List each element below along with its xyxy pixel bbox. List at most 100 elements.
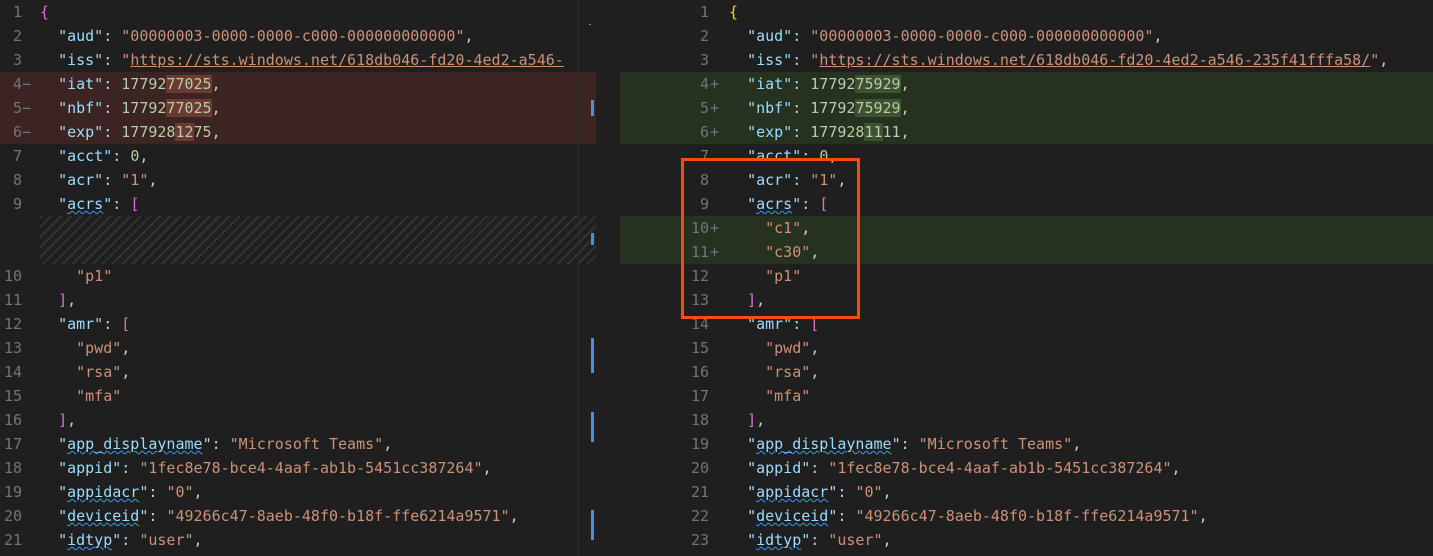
- code-line[interactable]: 20 "appid": "1fec8e78-bce4-4aaf-ab1b-545…: [620, 456, 1433, 480]
- code-text: "iat": 1779277025,: [40, 72, 221, 96]
- code-token: "rsa": [76, 363, 122, 381]
- code-text: "appid": "1fec8e78-bce4-4aaf-ab1b-5451cc…: [40, 456, 491, 480]
- code-token: idtyp: [67, 531, 113, 549]
- code-token: ,: [67, 291, 77, 309]
- code-token: 177928: [810, 123, 865, 141]
- code-line[interactable]: 14 "rsa",: [0, 360, 596, 384]
- line-number: 22: [690, 507, 709, 525]
- code-line[interactable]: 6− "exp": 1779281275,: [0, 120, 596, 144]
- code-token: "iss": [747, 51, 793, 69]
- code-line[interactable]: 22 "ipaddr": "40.126.157.64",: [0, 552, 596, 556]
- code-token: deviceid: [756, 507, 829, 525]
- line-number: 13: [3, 339, 22, 357]
- code-line[interactable]: 4 + "iat": 1779275929,: [620, 72, 1433, 96]
- code-line[interactable]: 21 "idtyp": "user",: [0, 528, 596, 552]
- line-number: 10: [3, 267, 22, 285]
- code-line[interactable]: 15 "pwd",: [620, 336, 1433, 360]
- code-line[interactable]: 10 "p1": [0, 264, 596, 288]
- code-line[interactable]: 8 "acr": "1",: [0, 168, 596, 192]
- code-line[interactable]: 3 "iss": "https://sts.windows.net/618db0…: [0, 48, 596, 72]
- code-line[interactable]: 2 "aud": "00000003-0000-0000-c000-000000…: [620, 24, 1433, 48]
- code-token: :: [148, 507, 167, 525]
- code-line[interactable]: 24 "ipaddr": "40.126.157.64",: [620, 552, 1433, 556]
- line-number: 20: [690, 459, 709, 477]
- code-token: ": [801, 531, 811, 549]
- code-token: {: [729, 3, 739, 21]
- code-token: 75: [193, 123, 212, 141]
- code-line[interactable]: 15 "mfa": [0, 384, 596, 408]
- left-overview-ruler[interactable]: [578, 0, 597, 556]
- code-token: ,: [148, 171, 158, 189]
- code-text: "appidacr": "0",: [40, 480, 203, 504]
- code-line[interactable]: 5 + "nbf": 1779275929,: [620, 96, 1433, 120]
- code-line[interactable]: 17 "mfa": [620, 384, 1433, 408]
- code-line[interactable]: 12 "amr": [: [0, 312, 596, 336]
- code-token: ,: [900, 123, 910, 141]
- code-line[interactable]: 17 "app_displayname": "Microsoft Teams",: [0, 432, 596, 456]
- code-text: "rsa",: [729, 360, 819, 384]
- code-line[interactable]: 3 "iss": "https://sts.windows.net/618db0…: [620, 48, 1433, 72]
- code-token: "acct": [58, 147, 113, 165]
- code-token: ]: [747, 411, 757, 429]
- diff-splitter[interactable]: [596, 0, 620, 556]
- code-token: ,: [1171, 459, 1181, 477]
- code-line[interactable]: 11 ],: [0, 288, 596, 312]
- code-line[interactable]: 21 "appidacr": "0",: [620, 480, 1433, 504]
- code-line[interactable]: 19 "appidacr": "0",: [0, 480, 596, 504]
- overview-change-marker: [591, 100, 594, 116]
- code-token: ,: [882, 531, 892, 549]
- scroll-thumb[interactable]: [589, 24, 591, 25]
- code-line[interactable]: 1{: [620, 0, 1433, 24]
- line-number: 15: [3, 387, 22, 405]
- code-line[interactable]: 1{: [0, 0, 596, 24]
- code-token: 0: [130, 147, 140, 165]
- code-token: 17792: [810, 99, 856, 117]
- code-line[interactable]: 16 ],: [0, 408, 596, 432]
- code-token: ": [58, 195, 68, 213]
- plus-icon: +: [710, 123, 720, 141]
- code-line[interactable]: 5− "nbf": 1779277025,: [0, 96, 596, 120]
- code-line[interactable]: 20 "deviceid": "49266c47-8aeb-48f0-b18f-…: [0, 504, 596, 528]
- code-token: "user": [139, 531, 194, 549]
- code-token: "aud": [747, 27, 793, 45]
- code-token: "1fec8e78-bce4-4aaf-ab1b-5451cc387264": [139, 459, 483, 477]
- code-line[interactable]: 19 "app_displayname": "Microsoft Teams",: [620, 432, 1433, 456]
- code-token: ,: [211, 99, 221, 117]
- code-token: ": [891, 435, 901, 453]
- code-token: ,: [756, 411, 766, 429]
- code-text: {: [729, 0, 738, 24]
- code-token: "nbf": [747, 99, 793, 117]
- code-line[interactable]: 18 "appid": "1fec8e78-bce4-4aaf-ab1b-545…: [0, 456, 596, 480]
- code-line[interactable]: 18 ],: [620, 408, 1433, 432]
- code-line[interactable]: 2 "aud": "00000003-0000-0000-c000-000000…: [0, 24, 596, 48]
- line-number: 24: [691, 552, 709, 556]
- minus-icon: −: [22, 123, 32, 141]
- line-number: 18: [690, 411, 709, 429]
- code-text: "idtyp": "user",: [40, 528, 203, 552]
- code-line[interactable]: 9 "acrs": [: [0, 192, 596, 216]
- code-token: ,: [1153, 27, 1163, 45]
- code-token: :: [103, 75, 122, 93]
- code-line[interactable]: 22 "deviceid": "49266c47-8aeb-48f0-b18f-…: [620, 504, 1433, 528]
- code-token: "exp": [58, 123, 104, 141]
- code-token: ,: [882, 483, 892, 501]
- code-line[interactable]: 16 "rsa",: [620, 360, 1433, 384]
- code-line[interactable]: 7 "acct": 0,: [0, 144, 596, 168]
- code-token: "appid": [58, 459, 122, 477]
- code-token: "0": [166, 483, 194, 501]
- code-token: :: [792, 75, 811, 93]
- diff-original-pane[interactable]: 1{2 "aud": "00000003-0000-0000-c000-0000…: [0, 0, 596, 556]
- code-line[interactable]: 6 + "exp": 1779281111,: [620, 120, 1433, 144]
- code-line[interactable]: 13 "pwd",: [0, 336, 596, 360]
- code-line[interactable]: 23 "idtyp": "user",: [620, 528, 1433, 552]
- code-text: "aud": "00000003-0000-0000-c000-00000000…: [40, 24, 473, 48]
- code-line[interactable]: 4− "iat": 1779277025,: [0, 72, 596, 96]
